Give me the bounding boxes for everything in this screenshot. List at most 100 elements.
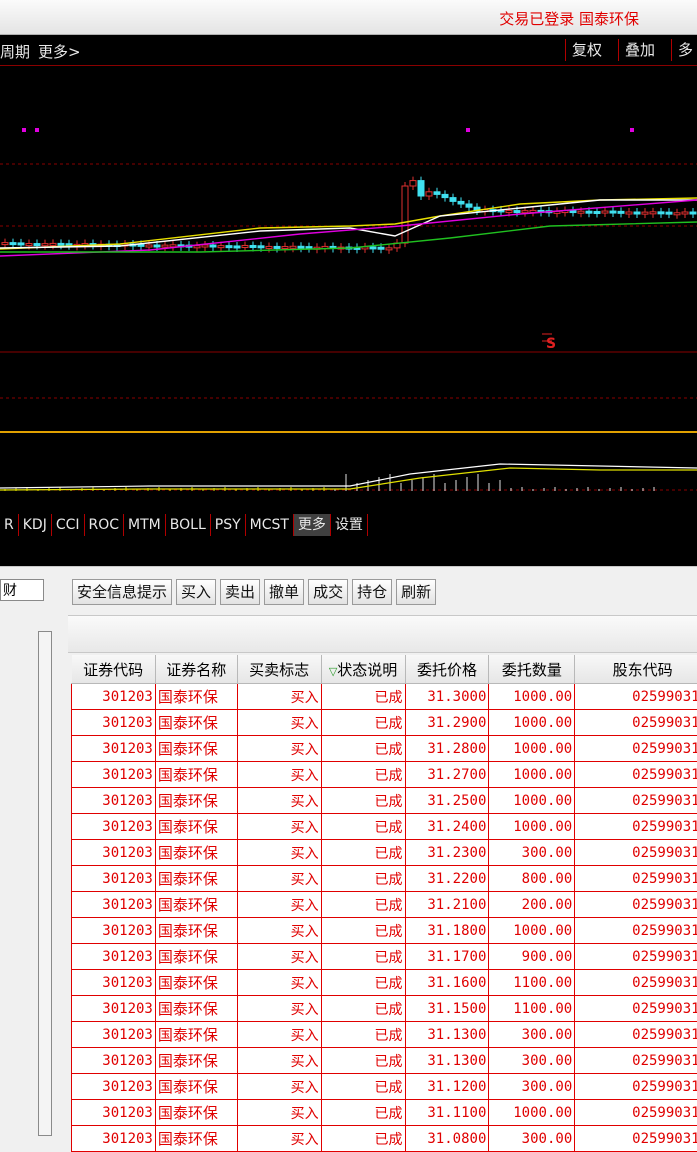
table-cell: 025990319 <box>575 918 697 944</box>
table-row[interactable]: 301203国泰环保买入已成31.16001100.00025990319 <box>72 970 697 996</box>
col-header-code[interactable]: 证券代码 <box>72 655 156 684</box>
orders-table[interactable]: 证券代码 证券名称 买卖标志 ▽状态说明 委托价格 委托数量 股东代码 3012… <box>71 655 697 1152</box>
tab-psy[interactable]: PSY <box>211 514 246 536</box>
table-cell: 1000.00 <box>489 684 575 710</box>
table-row[interactable]: 301203国泰环保买入已成31.1700900.00025990319 <box>72 944 697 970</box>
table-row[interactable]: 301203国泰环保买入已成31.29001000.00025990319 <box>72 710 697 736</box>
tab-roc[interactable]: ROC <box>85 514 125 536</box>
col-header-holder[interactable]: 股东代码 <box>575 655 697 684</box>
table-cell: 买入 <box>237 918 321 944</box>
period-label[interactable]: 周期 <box>0 41 30 62</box>
tab-cci[interactable]: CCI <box>52 514 85 536</box>
tab-more[interactable]: 更多 <box>294 514 331 536</box>
table-row[interactable]: 301203国泰环保买入已成31.2300300.00025990319 <box>72 840 697 866</box>
multi-button[interactable]: 多 <box>671 39 697 61</box>
table-row[interactable]: 301203国泰环保买入已成31.11001000.00025990319 <box>72 1100 697 1126</box>
table-row[interactable]: 301203国泰环保买入已成31.27001000.00025990319 <box>72 762 697 788</box>
nav-scrollbar[interactable] <box>38 631 52 1136</box>
table-row[interactable]: 301203国泰环保买入已成31.1300300.00025990319 <box>72 1048 697 1074</box>
table-row[interactable]: 301203国泰环保买入已成31.24001000.00025990319 <box>72 814 697 840</box>
tab-mcst[interactable]: MCST <box>246 514 294 536</box>
candle-body <box>506 211 512 213</box>
table-cell: 买入 <box>237 996 321 1022</box>
table-cell: 025990319 <box>575 944 697 970</box>
tab-boll[interactable]: BOLL <box>166 514 211 536</box>
candle-body <box>610 211 616 213</box>
table-row[interactable]: 301203国泰环保买入已成31.28001000.00025990319 <box>72 736 697 762</box>
table-cell: 国泰环保 <box>155 1074 237 1100</box>
account-type-dropdown[interactable]: 财 <box>0 579 44 601</box>
table-cell: 买入 <box>237 892 321 918</box>
table-cell: 买入 <box>237 1100 321 1126</box>
title-bar: 交易已登录 国泰环保 <box>0 0 697 35</box>
table-cell: 301203 <box>72 918 156 944</box>
table-row[interactable]: 301203国泰环保买入已成31.15001100.00025990319 <box>72 996 697 1022</box>
col-header-side[interactable]: 买卖标志 <box>237 655 321 684</box>
candle-body <box>162 245 168 247</box>
kline-chart-panel[interactable]: 周期 更多> 复权 叠加 多 S 6 7 R KDJ CCI ROC MTM B… <box>0 35 697 566</box>
indicator-histogram <box>0 464 697 491</box>
cancel-order-button[interactable]: 撤单 <box>264 579 304 605</box>
table-cell: 800.00 <box>489 866 575 892</box>
table-cell: 已成 <box>321 1074 405 1100</box>
col-header-name[interactable]: 证券名称 <box>155 655 237 684</box>
trade-panel: 财 安全信息提示 买入 卖出 撤单 成交 持仓 刷新 证券代码 证券名称 买卖标… <box>0 566 697 1140</box>
positions-button[interactable]: 持仓 <box>352 579 392 605</box>
table-cell: 025990319 <box>575 762 697 788</box>
table-cell: 已成 <box>321 1100 405 1126</box>
tab-settings[interactable]: 设置 <box>331 514 368 536</box>
col-header-price[interactable]: 委托价格 <box>405 655 489 684</box>
kline-canvas[interactable]: S 6 7 <box>0 66 697 513</box>
table-cell: 买入 <box>237 788 321 814</box>
table-cell: 31.2200 <box>405 866 489 892</box>
table-cell: 国泰环保 <box>155 944 237 970</box>
refresh-button[interactable]: 刷新 <box>396 579 436 605</box>
table-cell: 025990319 <box>575 814 697 840</box>
table-cell: 301203 <box>72 1100 156 1126</box>
table-cell: 买入 <box>237 944 321 970</box>
table-cell: 国泰环保 <box>155 788 237 814</box>
security-info-button[interactable]: 安全信息提示 <box>72 579 172 605</box>
account-nav-pane: 财 <box>0 567 62 1140</box>
candle-body <box>18 243 24 245</box>
table-row[interactable]: 301203国泰环保买入已成31.18001000.00025990319 <box>72 918 697 944</box>
candle-body <box>426 192 432 196</box>
table-cell: 025990319 <box>575 892 697 918</box>
filled-orders-button[interactable]: 成交 <box>308 579 348 605</box>
tab-r[interactable]: R <box>0 514 19 536</box>
table-row[interactable]: 301203国泰环保买入已成31.25001000.00025990319 <box>72 788 697 814</box>
table-cell: 已成 <box>321 684 405 710</box>
table-row[interactable]: 301203国泰环保买入已成31.2100200.00025990319 <box>72 892 697 918</box>
toolbar-strip <box>68 615 697 653</box>
col-header-status[interactable]: ▽状态说明 <box>321 655 405 684</box>
candle-body <box>282 247 288 249</box>
table-row[interactable]: 301203国泰环保买入已成31.1300300.00025990319 <box>72 1022 697 1048</box>
table-cell: 301203 <box>72 970 156 996</box>
overlay-button[interactable]: 叠加 <box>618 39 661 61</box>
adjust-rights-button[interactable]: 复权 <box>565 39 608 61</box>
sell-button[interactable]: 卖出 <box>220 579 260 605</box>
table-row[interactable]: 301203国泰环保买入已成31.2200800.00025990319 <box>72 866 697 892</box>
tab-kdj[interactable]: KDJ <box>19 514 52 536</box>
table-cell: 301203 <box>72 866 156 892</box>
table-row[interactable]: 301203国泰环保买入已成31.30001000.00025990319 <box>72 684 697 710</box>
candle-body <box>690 212 696 214</box>
table-cell: 025990319 <box>575 736 697 762</box>
tab-mtm[interactable]: MTM <box>124 514 166 536</box>
candle-body <box>522 211 528 213</box>
buy-button[interactable]: 买入 <box>176 579 216 605</box>
more-periods-link[interactable]: 更多> <box>38 41 81 62</box>
table-row[interactable]: 301203国泰环保买入已成31.1200300.00025990319 <box>72 1074 697 1100</box>
candle-body <box>290 246 296 248</box>
candle-body <box>650 212 656 214</box>
signal-markers <box>22 128 634 132</box>
table-cell: 国泰环保 <box>155 970 237 996</box>
candle-body <box>586 211 592 213</box>
table-cell: 已成 <box>321 996 405 1022</box>
table-cell: 已成 <box>321 1048 405 1074</box>
table-cell: 31.1300 <box>405 1022 489 1048</box>
orders-table-body: 301203国泰环保买入已成31.30001000.00025990319301… <box>72 684 697 1152</box>
col-header-qty[interactable]: 委托数量 <box>489 655 575 684</box>
table-cell: 31.2900 <box>405 710 489 736</box>
table-cell: 301203 <box>72 684 156 710</box>
